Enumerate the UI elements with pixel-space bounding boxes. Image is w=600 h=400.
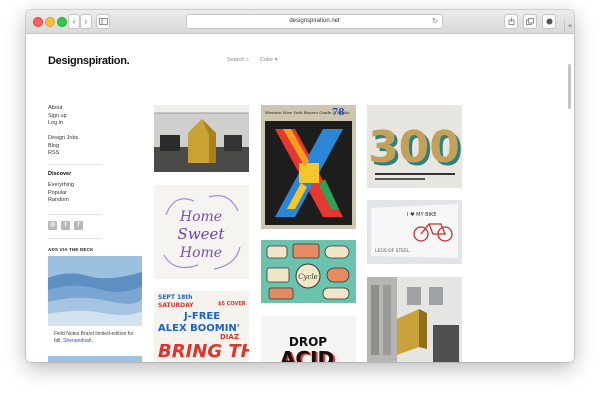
extension-icon: [546, 18, 552, 25]
typography-300-artwork: 300 300: [367, 105, 462, 188]
share-icon: [508, 17, 514, 25]
sidebar-item-rss[interactable]: RSS: [48, 150, 78, 158]
sidebar-item-random[interactable]: Random: [48, 197, 74, 205]
sidebar-item-about[interactable]: About: [48, 105, 67, 113]
x-poster-number: 78: [332, 108, 345, 118]
poster-big-text: BRING THE: [158, 341, 249, 362]
building-facade-photo: [367, 277, 462, 362]
browser-toolbar: ‹ › designspiration.net ↻ +: [26, 10, 574, 34]
ad-text: Field Notes Brand limited-edition for fa…: [54, 331, 140, 345]
ad-link[interactable]: Shenandoah.: [63, 338, 93, 344]
tile-home-sweet-home[interactable]: Home Sweet Home: [154, 185, 249, 279]
event-poster-artwork: SEPT 18th $5 COVER SATURDAY J-FREE ALEX …: [154, 291, 249, 362]
close-window-button[interactable]: [33, 17, 43, 27]
minimize-window-button[interactable]: [45, 17, 55, 27]
address-bar[interactable]: designspiration.net ↻: [186, 14, 443, 29]
tile-x-poster[interactable]: Western New York Buyers Guide & Books 78: [261, 105, 356, 229]
number-300: 300: [368, 122, 460, 173]
bike-card-subtext: LEGS OF STEEL: [375, 248, 410, 254]
tile-bike-card[interactable]: I ♥ MY BIKE LEGS OF STEEL: [367, 200, 462, 264]
bike-card-text: I ♥ MY BIKE: [407, 212, 436, 218]
color-label: Color: [260, 57, 274, 63]
page-content: Designspiration. Search ⌕ Color ▾ About …: [26, 34, 574, 362]
url-text: designspiration.net: [289, 18, 340, 24]
sidebar-links-secondary: Design Jobs Blog RSS: [48, 135, 78, 158]
zoom-window-button[interactable]: [57, 17, 67, 27]
back-icon: ‹: [72, 17, 76, 26]
sidebar-divider: [48, 214, 102, 215]
ad-heading: ADS VIA THE DECK: [48, 247, 94, 252]
instagram-icon[interactable]: ◎: [48, 221, 57, 230]
architecture-interior-photo: [154, 105, 249, 172]
poster-date: SEPT 18th: [158, 294, 193, 301]
twitter-icon[interactable]: t: [61, 221, 70, 230]
lettering-home-1: Home: [179, 209, 222, 225]
lettering-home-2: Home: [179, 245, 222, 261]
sidebar-links-primary: About Sign up Log in: [48, 105, 67, 128]
sidebar-item-design-jobs[interactable]: Design Jobs: [48, 135, 78, 143]
sidebar-item-blog[interactable]: Blog: [48, 143, 78, 151]
tabs-button[interactable]: [523, 14, 537, 29]
sidebar-divider: [48, 238, 102, 239]
new-tab-button[interactable]: +: [564, 20, 574, 32]
ad-mountains-illustration: [48, 256, 142, 326]
drop-acid-line-2-shadow: ACID: [280, 347, 334, 362]
lettering-sweet: Sweet: [178, 225, 226, 243]
cycle-badges-artwork: Cycle: [261, 240, 356, 303]
poster-line-3: DIAZ: [220, 333, 239, 341]
x-poster-artwork: Western New York Buyers Guide & Books 78: [261, 105, 356, 229]
forward-icon: ›: [84, 17, 88, 26]
sidebar-toggle-button[interactable]: [96, 14, 110, 29]
discover-heading: Discover: [48, 171, 72, 177]
tile-cycle-badges[interactable]: Cycle: [261, 240, 356, 303]
tile-event-poster[interactable]: SEPT 18th $5 COVER SATURDAY J-FREE ALEX …: [154, 291, 249, 362]
discover-links: Everything Popular Random: [48, 182, 74, 205]
poster-cover: $5 COVER: [218, 301, 246, 307]
bike-card-artwork: I ♥ MY BIKE LEGS OF STEEL: [367, 200, 462, 264]
tile-architecture-interior[interactable]: [154, 105, 249, 172]
tile-building-facade[interactable]: [367, 277, 462, 362]
tabs-icon: [526, 18, 534, 25]
search-label: Search: [227, 57, 245, 63]
share-button[interactable]: [504, 14, 518, 29]
home-sweet-home-artwork: Home Sweet Home: [154, 185, 249, 279]
page-scrollbar[interactable]: [568, 64, 571, 109]
tile-drop-acid[interactable]: DROP ACID ACID: [261, 316, 356, 362]
ad-image[interactable]: [48, 256, 142, 326]
poster-line-1: J-FREE: [183, 311, 220, 322]
sidebar-item-login[interactable]: Log in: [48, 120, 67, 128]
sidebar-item-popular[interactable]: Popular: [48, 190, 74, 198]
poster-day: SATURDAY: [158, 302, 194, 309]
search-icon: ⌕: [245, 57, 250, 63]
tile-300-typography[interactable]: 300 300: [367, 105, 462, 188]
color-link[interactable]: Color ▾: [260, 57, 277, 63]
ad-next-image[interactable]: [48, 356, 142, 362]
plus-icon: +: [567, 21, 573, 31]
forward-button[interactable]: ›: [80, 14, 92, 29]
reload-icon[interactable]: ↻: [432, 15, 438, 28]
back-button[interactable]: ‹: [68, 14, 80, 29]
sidebar-item-everything[interactable]: Everything: [48, 182, 74, 190]
color-drop-icon: ▾: [274, 57, 278, 63]
sidebar-item-signup[interactable]: Sign up: [48, 113, 67, 121]
browser-window: ‹ › designspiration.net ↻ + Designspirat…: [26, 10, 574, 362]
extension-button[interactable]: [542, 14, 556, 29]
drop-acid-artwork: DROP ACID ACID: [261, 316, 356, 362]
facebook-icon[interactable]: f: [74, 221, 83, 230]
sidebar-divider: [48, 164, 102, 165]
cycle-badge-text: Cycle: [298, 273, 318, 281]
sidebar-icon: [98, 18, 108, 25]
search-link[interactable]: Search ⌕: [227, 57, 249, 64]
site-logo[interactable]: Designspiration.: [48, 55, 130, 67]
